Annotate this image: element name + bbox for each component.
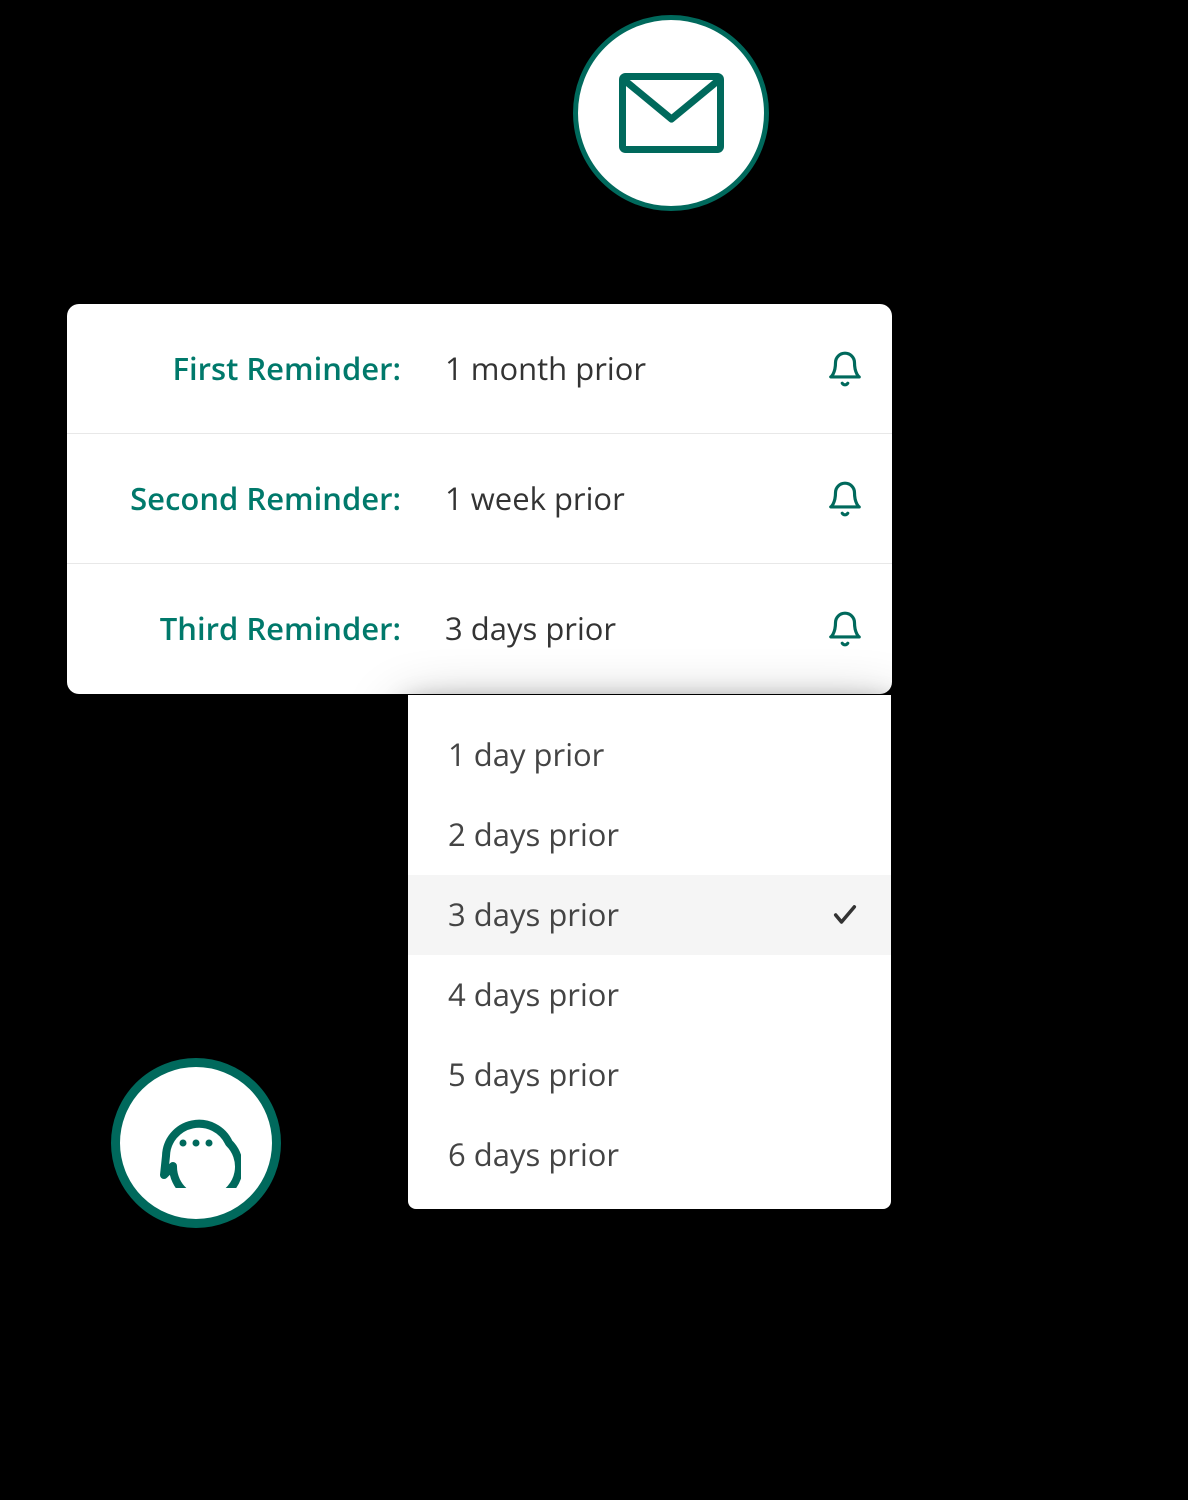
reminder-card: First Reminder: 1 month prior Second Rem…	[67, 304, 892, 694]
dropdown-option-label: 6 days prior	[448, 1134, 619, 1176]
reminder-label: Third Reminder:	[67, 608, 437, 650]
bell-icon[interactable]	[826, 350, 864, 388]
dropdown-option-label: 1 day prior	[448, 734, 604, 776]
reminder-value: 1 month prior	[437, 348, 826, 390]
dropdown-option-label: 5 days prior	[448, 1054, 619, 1096]
chat-icon	[151, 1098, 241, 1188]
reminder-label: Second Reminder:	[67, 478, 437, 520]
dropdown-option[interactable]: 5 days prior	[408, 1035, 891, 1115]
reminder-row[interactable]: Third Reminder: 3 days prior	[67, 564, 892, 694]
dropdown-option-label: 3 days prior	[448, 894, 619, 936]
bell-icon[interactable]	[826, 610, 864, 648]
mail-icon	[619, 73, 724, 153]
dropdown-option[interactable]: 4 days prior	[408, 955, 891, 1035]
dropdown-option[interactable]: 2 days prior	[408, 795, 891, 875]
reminder-value: 3 days prior	[437, 608, 826, 650]
reminder-row[interactable]: First Reminder: 1 month prior	[67, 304, 892, 434]
check-icon	[831, 901, 859, 929]
dropdown-option-label: 4 days prior	[448, 974, 619, 1016]
dropdown-option[interactable]: 1 day prior	[408, 715, 891, 795]
email-badge	[573, 15, 769, 211]
dropdown-option[interactable]: 3 days prior	[408, 875, 891, 955]
reminder-label: First Reminder:	[67, 348, 437, 390]
dropdown-option-label: 2 days prior	[448, 814, 619, 856]
bell-icon[interactable]	[826, 480, 864, 518]
reminder-dropdown[interactable]: 1 day prior 2 days prior 3 days prior 4 day…	[408, 695, 891, 1209]
dropdown-option[interactable]: 6 days prior	[408, 1115, 891, 1195]
reminder-value: 1 week prior	[437, 478, 826, 520]
reminder-row[interactable]: Second Reminder: 1 week prior	[67, 434, 892, 564]
chat-badge	[111, 1058, 281, 1228]
